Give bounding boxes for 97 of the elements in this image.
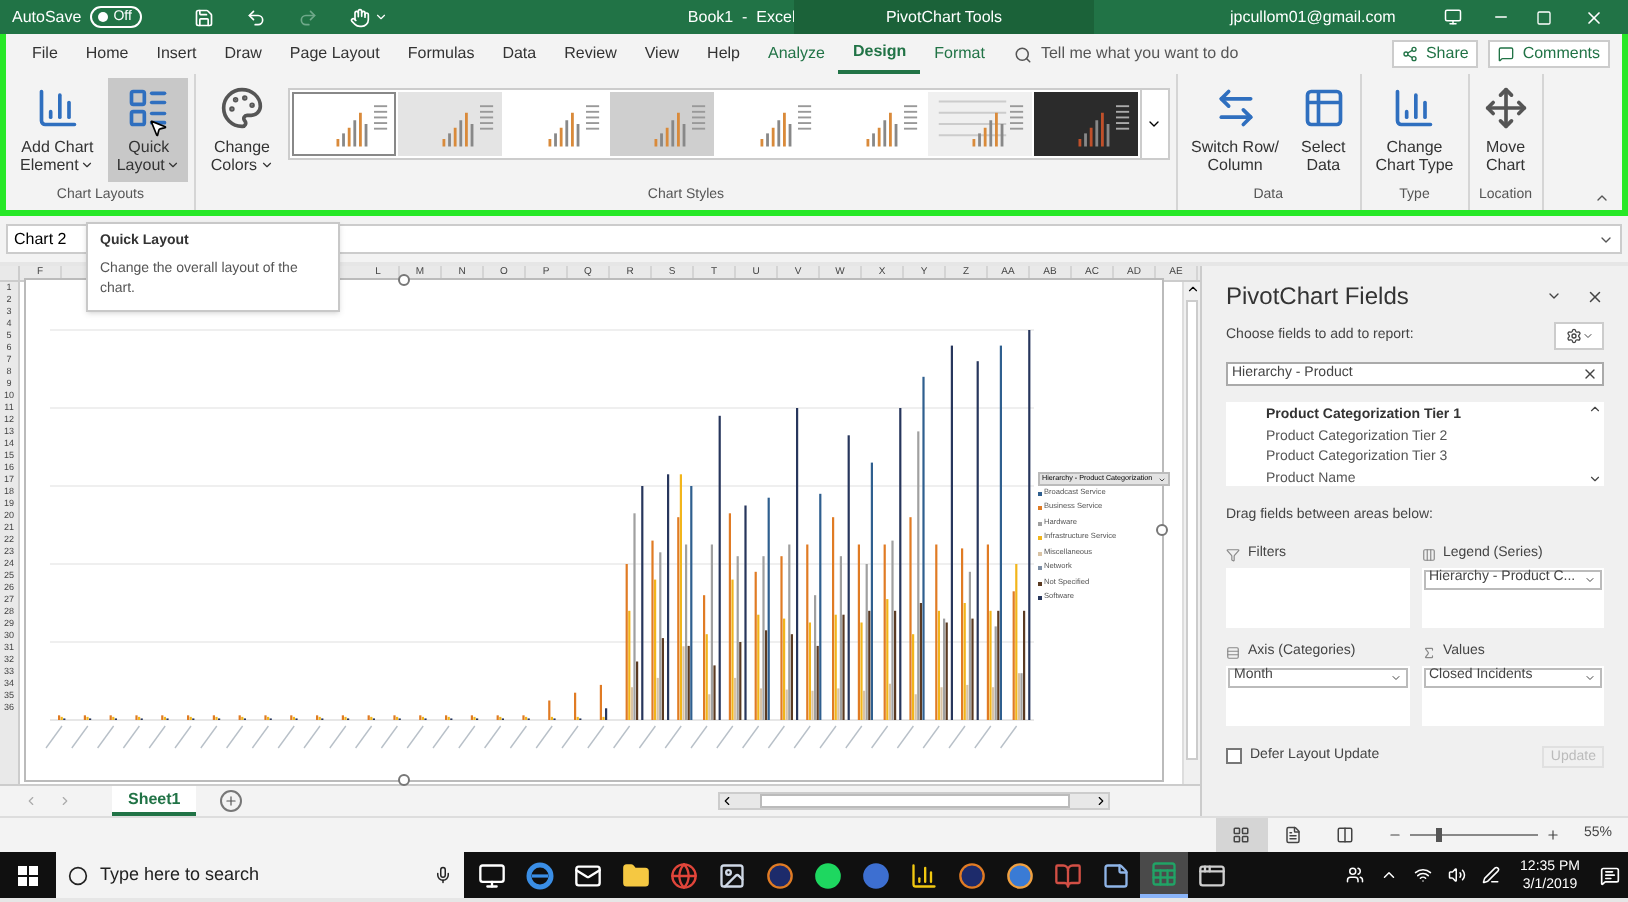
clear-icon[interactable] xyxy=(1582,366,1598,382)
caret-icon xyxy=(80,158,95,172)
share-icon xyxy=(1401,46,1418,62)
ribbon-button[interactable]: Select Data xyxy=(1293,78,1354,182)
pane-options-icon[interactable] xyxy=(1546,288,1562,304)
zoom-thumb[interactable] xyxy=(1435,828,1442,842)
pane-title: PivotChart Fields xyxy=(1226,280,1409,314)
maximize-icon[interactable] xyxy=(1536,9,1552,25)
area-icon xyxy=(1226,645,1240,659)
spreadsheet-icon[interactable] xyxy=(1140,852,1188,898)
settings-button[interactable] xyxy=(1554,322,1604,350)
ribbon-tab[interactable]: Draw xyxy=(210,34,276,74)
area-icon xyxy=(1421,547,1435,561)
caret-icon xyxy=(1581,330,1593,342)
close-icon[interactable] xyxy=(1586,287,1604,305)
zoom-in-icon[interactable] xyxy=(1545,828,1560,842)
area-icon xyxy=(1421,645,1435,659)
layout-icon xyxy=(126,86,171,130)
chart-style-thumbnail[interactable] xyxy=(1033,92,1138,156)
scroll-down-icon[interactable] xyxy=(1588,472,1602,486)
comment-icon xyxy=(1498,46,1515,62)
chart-style-thumbnail[interactable] xyxy=(291,92,396,156)
ribbon-tab[interactable]: File xyxy=(18,34,72,74)
defer-checkbox[interactable] xyxy=(1226,748,1242,764)
wifi-icon[interactable] xyxy=(1414,866,1433,884)
scroll-up-icon xyxy=(1185,282,1199,296)
caret-icon[interactable] xyxy=(373,10,388,24)
people-icon[interactable] xyxy=(1346,866,1365,884)
search-icon xyxy=(1014,45,1033,63)
palette-icon xyxy=(219,86,264,130)
caret-icon xyxy=(1584,573,1596,585)
context-title: PivotChart Tools xyxy=(794,0,1094,34)
ribbon-tab[interactable]: Help xyxy=(693,34,754,74)
ribbon-tab[interactable]: Review xyxy=(550,34,631,74)
notifications-icon[interactable] xyxy=(1600,865,1620,885)
collapse-ribbon-icon[interactable] xyxy=(1594,190,1610,206)
table-icon xyxy=(1301,86,1346,130)
area-icon xyxy=(1226,547,1240,561)
ribbon-tab[interactable]: View xyxy=(630,34,694,74)
share-button[interactable]: Share xyxy=(1391,40,1479,68)
ribbon-button[interactable]: Change Chart Type xyxy=(1367,78,1462,182)
ribbon-display-icon[interactable] xyxy=(1444,8,1462,26)
resize-handle[interactable] xyxy=(398,774,410,786)
tell-me-field[interactable]: Tell me what you want to do xyxy=(1014,42,1301,66)
ribbon-tab[interactable]: Data xyxy=(488,34,551,74)
ribbon-tab[interactable]: Formulas xyxy=(393,34,489,74)
document-title: Book1 - Excel xyxy=(687,5,796,29)
add-sheet-button[interactable] xyxy=(220,790,243,812)
ribbon-tab[interactable]: Design xyxy=(838,34,921,74)
settings-icon xyxy=(1565,328,1581,344)
caret-icon xyxy=(259,158,274,172)
ribbon-button[interactable]: Move Chart xyxy=(1475,78,1536,182)
touch-mode-icon[interactable] xyxy=(349,7,370,27)
plus-icon xyxy=(224,794,239,808)
caret-icon xyxy=(1389,671,1401,683)
ribbon-tab[interactable]: Analyze xyxy=(754,34,839,74)
save-icon[interactable] xyxy=(193,7,214,27)
caret-icon xyxy=(1584,671,1596,683)
ribbon-tab[interactable]: Home xyxy=(71,34,143,74)
windows-icon xyxy=(18,865,38,885)
scroll-up-icon[interactable] xyxy=(1588,402,1602,416)
chart-plus-icon xyxy=(35,86,80,130)
ribbon-tab[interactable]: Format xyxy=(920,34,999,74)
caret-icon xyxy=(166,158,181,172)
account-name: jpcullom01@gmail.com xyxy=(1230,5,1396,29)
vertical-scrollbar[interactable] xyxy=(1182,282,1200,784)
move-icon xyxy=(1483,86,1528,130)
horizontal-scrollbar[interactable] xyxy=(718,792,1111,810)
ribbon-button[interactable]: Switch Row/ Column xyxy=(1183,78,1288,182)
sheet-tab[interactable]: Sheet1 xyxy=(112,786,197,816)
scroll-right-icon xyxy=(1094,794,1109,808)
comments-button[interactable]: Comments xyxy=(1488,40,1610,68)
ribbon-button[interactable]: Add Chart Element xyxy=(12,78,103,182)
taskbar-search[interactable]: Type here to search xyxy=(56,852,464,898)
circle-icon xyxy=(68,865,88,885)
chart-style-thumbnail[interactable] xyxy=(397,92,502,156)
ribbon-tab[interactable]: Page Layout xyxy=(275,34,394,74)
volume-icon[interactable] xyxy=(1448,866,1467,884)
search-field[interactable]: Type here to search xyxy=(100,861,434,889)
ribbon-button[interactable]: Quick Layout xyxy=(108,78,189,182)
normal-view-icon[interactable] xyxy=(1215,817,1268,853)
close-icon[interactable] xyxy=(1584,7,1604,27)
ribbon-tab[interactable]: Insert xyxy=(142,34,211,74)
undo-icon[interactable] xyxy=(245,7,266,27)
caret-icon xyxy=(1146,116,1163,132)
pen-icon[interactable] xyxy=(1482,866,1501,884)
microphone-icon xyxy=(434,866,452,884)
pointer-icon xyxy=(148,118,169,138)
bar-chart-icon xyxy=(1392,86,1437,130)
tray-expand-icon[interactable] xyxy=(1380,866,1399,884)
scroll-left-icon xyxy=(720,794,735,808)
zoom-slider[interactable] xyxy=(1409,828,1538,842)
autosave-label: AutoSave xyxy=(12,5,82,29)
chart-style-thumbnail[interactable] xyxy=(609,92,714,156)
resize-handle[interactable] xyxy=(1156,524,1168,536)
ribbon-button[interactable]: Change Colors xyxy=(202,78,282,182)
chart-style-thumbnail[interactable] xyxy=(927,92,1032,156)
